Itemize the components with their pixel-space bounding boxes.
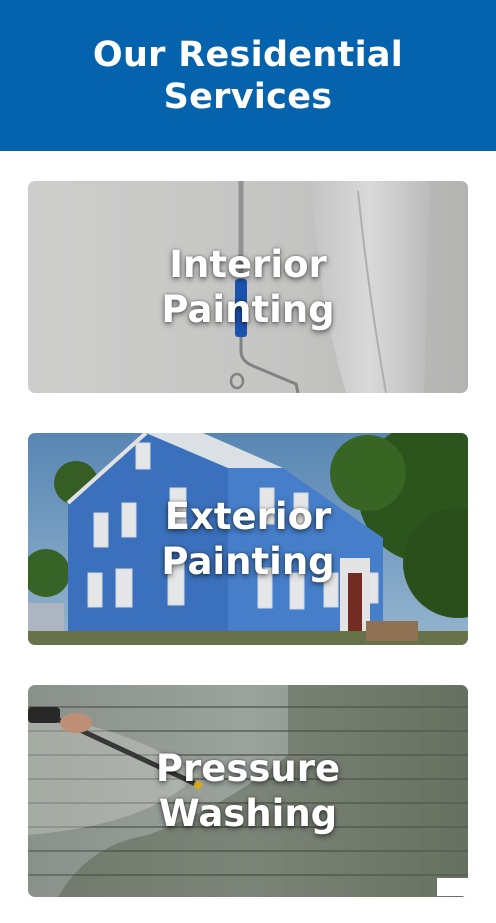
service-card-interior-painting[interactable]: Interior Painting xyxy=(28,181,468,393)
services-header: Our Residential Services xyxy=(0,0,496,151)
service-card-label: Exterior Painting xyxy=(161,495,335,583)
page-title: Our Residential Services xyxy=(92,34,404,117)
service-card-label: Pressure Washing xyxy=(155,747,341,835)
service-card-label: Interior Painting xyxy=(161,243,335,331)
corner-overlay xyxy=(437,878,469,896)
service-card-pressure-washing[interactable]: Pressure Washing xyxy=(28,685,468,897)
service-card-exterior-painting[interactable]: Exterior Painting xyxy=(28,433,468,645)
